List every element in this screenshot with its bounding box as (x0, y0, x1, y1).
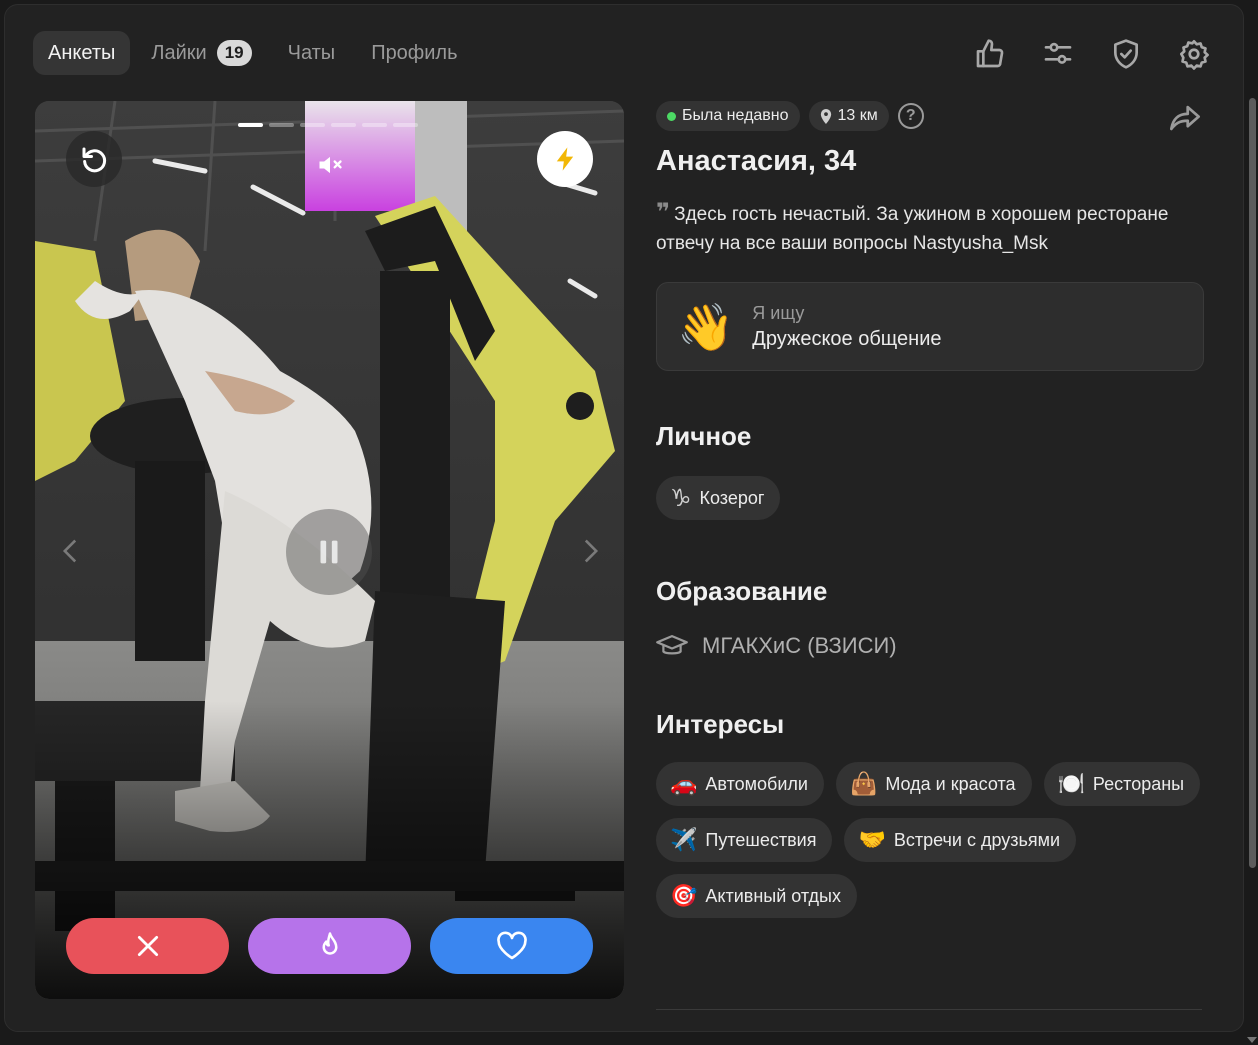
tag-label: Автомобили (705, 773, 808, 794)
nav-icon-bar (971, 35, 1213, 73)
graduation-cap-icon (656, 635, 688, 655)
heart-icon (496, 931, 527, 960)
interest-tag: ✈️ Путешествия (656, 818, 833, 862)
slide-indicator[interactable] (331, 123, 356, 127)
superlike-button[interactable] (248, 918, 411, 974)
tag-label: Активный отдых (705, 885, 841, 906)
help-button[interactable]: ? (897, 103, 924, 129)
tab-label: Лайки (151, 41, 207, 64)
shield-check-icon[interactable] (1107, 35, 1145, 73)
undo-icon (82, 147, 107, 173)
status-row: Была недавно 13 км ? (656, 101, 1204, 131)
top-nav: Анкеты Лайки 19 Чаты Профиль (33, 31, 473, 75)
distance-text: 13 км (837, 107, 878, 124)
interest-tag: 👜 Мода и красота (835, 762, 1032, 806)
handbag-icon: 👜 (849, 771, 878, 796)
like-button[interactable] (430, 918, 593, 974)
looking-for-value: Дружеское общение (752, 327, 942, 350)
slide-indicator[interactable] (362, 123, 387, 127)
profile-photo[interactable] (35, 101, 624, 999)
close-icon (137, 935, 158, 957)
section-divider (656, 1009, 1202, 1010)
online-dot-icon (667, 111, 676, 121)
slide-progress (238, 123, 418, 127)
share-arrow-icon (1170, 105, 1200, 131)
dislike-button[interactable] (66, 918, 229, 974)
tab-chats[interactable]: Чаты (273, 31, 351, 75)
share-button[interactable] (1168, 103, 1204, 135)
handshake-icon: 🤝 (858, 827, 886, 852)
pause-icon (320, 540, 338, 564)
profile-info: Была недавно 13 км ? Анастасия, 34 ❞ Здес… (656, 101, 1204, 918)
airplane-icon: ✈️ (670, 827, 698, 852)
fire-icon (322, 932, 337, 955)
prev-photo-button[interactable] (55, 531, 85, 571)
section-title-education: Образование (656, 576, 828, 606)
capricorn-icon: ♑ (670, 484, 692, 512)
next-photo-button[interactable] (576, 531, 606, 571)
section-title-interests: Интересы (656, 709, 785, 739)
mute-icon (319, 156, 342, 174)
filters-icon[interactable] (1039, 35, 1077, 73)
scroll-down-arrow-icon[interactable] (1247, 1037, 1257, 1043)
tag-label: Встречи с друзьями (893, 829, 1061, 850)
interest-tag: 🤝 Встречи с друзьями (844, 818, 1077, 862)
interest-tag: 🚗 Автомобили (656, 762, 824, 806)
mute-button[interactable] (312, 147, 348, 183)
tab-likes[interactable]: Лайки 19 (136, 31, 266, 75)
slide-indicator[interactable] (393, 123, 418, 127)
bio-text: Здесь гость нечастый. За ужином в хороше… (656, 204, 1169, 254)
chevron-left-icon (62, 539, 77, 563)
quote-icon: ❞ (656, 199, 670, 226)
interest-tag: 🎯 Активный отдых (656, 874, 857, 918)
section-title-personal: Личное (656, 421, 752, 451)
boost-button[interactable] (537, 131, 593, 187)
likes-count-badge: 19 (216, 40, 252, 66)
looking-for-label: Я ищу (752, 302, 805, 323)
profile-name: Анастасия, 34 (656, 145, 857, 177)
slide-indicator[interactable] (269, 123, 294, 127)
tag-label: Путешествия (705, 829, 817, 850)
status-text: Была недавно (682, 107, 789, 124)
tag-label: Рестораны (1092, 773, 1185, 794)
swipe-actions (66, 918, 593, 974)
interest-tag: 🍽️ Рестораны (1043, 762, 1201, 806)
tab-label: Профиль (371, 41, 458, 64)
undo-button[interactable] (66, 131, 122, 187)
location-pin-icon (820, 108, 831, 124)
tab-label: Анкеты (48, 41, 116, 64)
chevron-right-icon (584, 539, 599, 563)
scrollbar-thumb[interactable] (1249, 98, 1256, 868)
gear-icon[interactable] (1175, 35, 1213, 73)
personal-tags: ♑ Козерог (656, 476, 1204, 520)
distance-badge: 13 км (808, 101, 889, 131)
tab-profile[interactable]: Профиль (356, 31, 472, 75)
online-status-badge: Была недавно (656, 101, 800, 131)
education-text: МГАКХиС (ВЗИСИ) (702, 633, 897, 658)
tag-label: Мода и красота (885, 773, 1016, 794)
target-icon: 🎯 (670, 883, 698, 908)
tab-label: Чаты (287, 41, 336, 64)
car-icon: 🚗 (670, 771, 698, 796)
pause-button[interactable] (286, 509, 372, 595)
slide-indicator[interactable] (238, 123, 263, 127)
looking-for-card: 👋 Я ищу Дружеское общение (656, 282, 1204, 371)
thumbs-up-icon[interactable] (971, 35, 1009, 73)
interest-tags: 🚗 Автомобили 👜 Мода и красота 🍽️ Рестораны … (656, 762, 1204, 918)
waving-hand-icon: 👋 (677, 300, 735, 353)
tab-profiles[interactable]: Анкеты (33, 31, 131, 75)
tag-label: Козерог (699, 487, 765, 508)
profile-bio: ❞ Здесь гость нечастый. За ужином в хорош… (656, 198, 1204, 258)
app-window: Анкеты Лайки 19 Чаты Профиль Была недавн… (4, 4, 1244, 1032)
tag-zodiac: ♑ Козерог (656, 476, 781, 520)
plate-icon: 🍽️ (1057, 771, 1085, 796)
looking-for-text: Я ищу Дружеское общение (752, 303, 941, 351)
lightning-icon (556, 147, 574, 171)
education-item: МГАКХиС (ВЗИСИ) (656, 633, 1204, 659)
slide-indicator[interactable] (300, 123, 325, 127)
